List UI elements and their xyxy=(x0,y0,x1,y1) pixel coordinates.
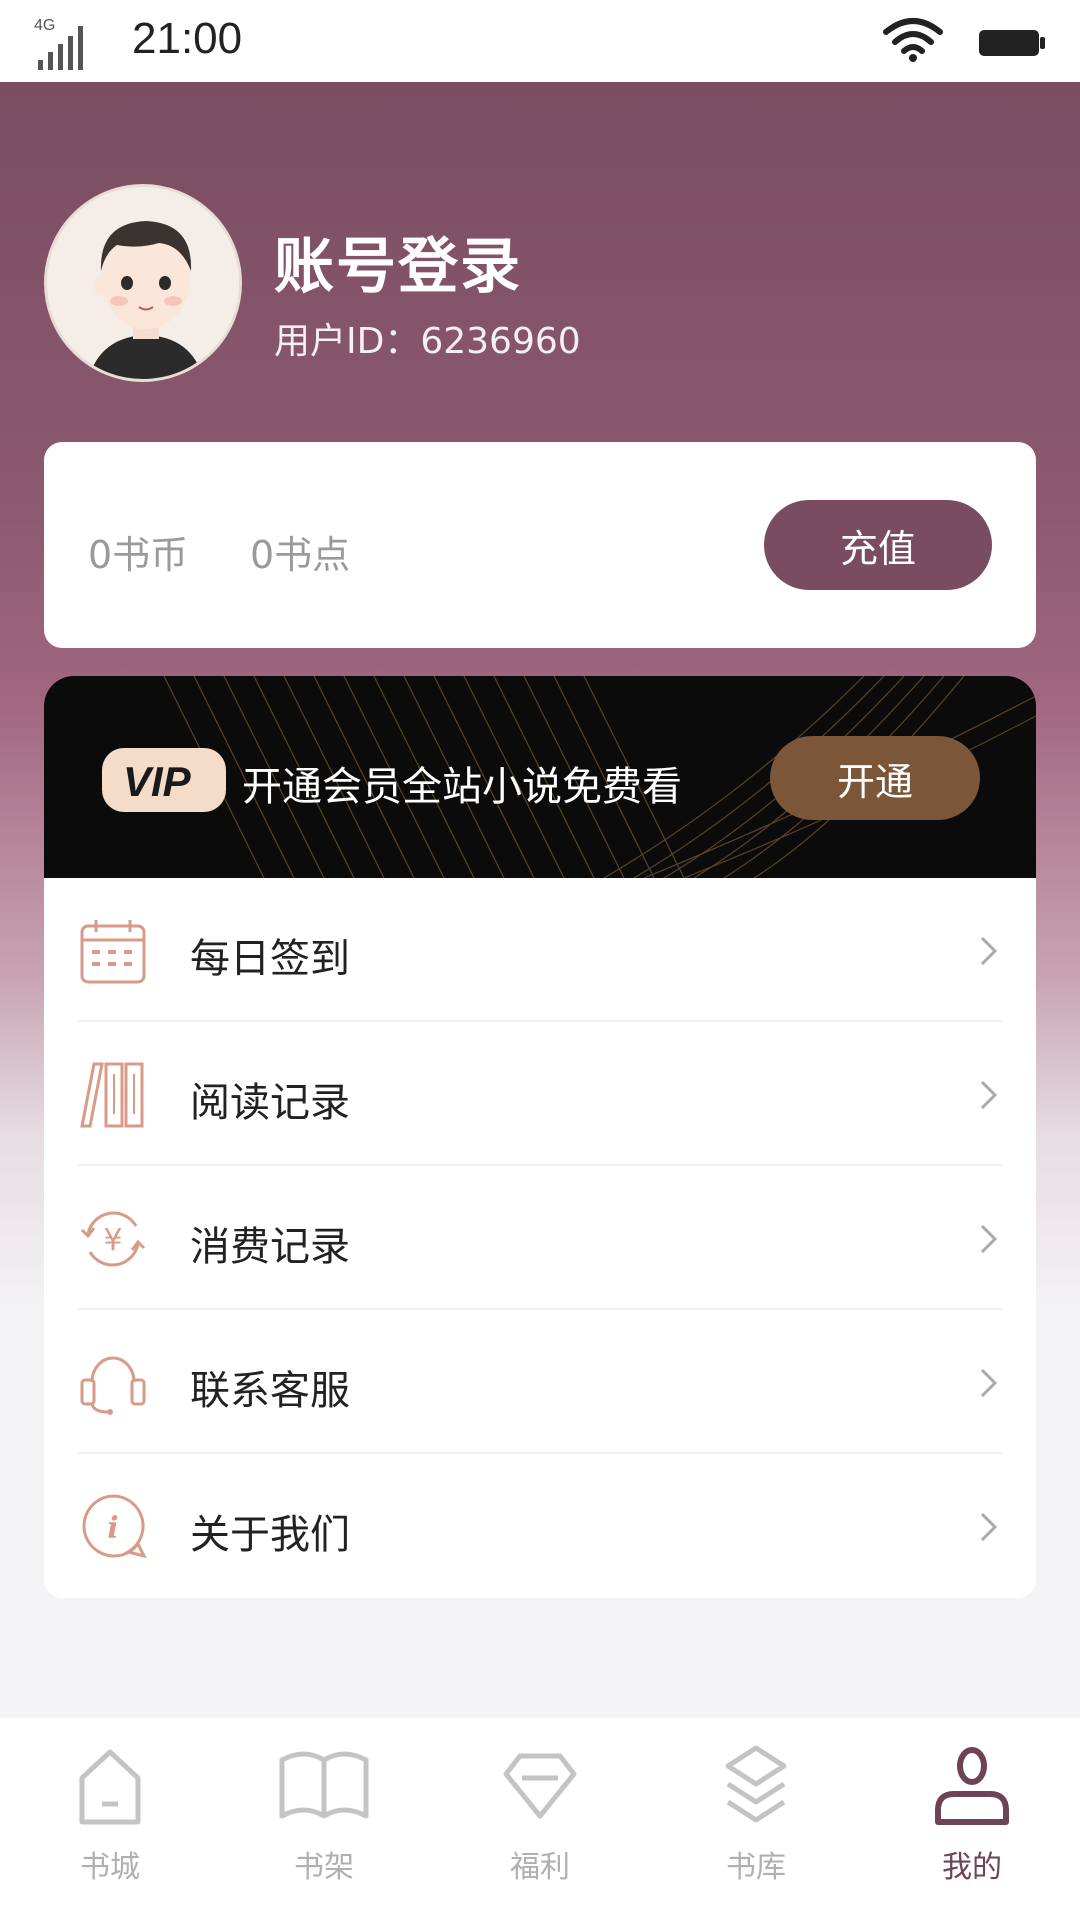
tab-welfare[interactable]: 福利 xyxy=(470,1738,610,1908)
layers-icon xyxy=(725,1745,787,1823)
book-coins-balance: 0书币 xyxy=(88,533,189,577)
bottom-tab-bar: 书城 书架 福利 书库 我的 xyxy=(0,1718,1080,1920)
vip-badge: VIP xyxy=(102,748,226,812)
menu-item-reading-history[interactable]: 阅读记录 xyxy=(44,1022,1036,1166)
avatar-illustration xyxy=(47,187,239,379)
network-type: 4G xyxy=(34,17,55,34)
yuan-exchange-icon: ¥ xyxy=(80,1211,146,1267)
cellular-signal-icon: 4G xyxy=(34,17,83,70)
balance-card: 0书币 0书点 充值 xyxy=(44,442,1036,648)
menu-item-customer-service[interactable]: 联系客服 xyxy=(44,1310,1036,1454)
tab-label: 我的 xyxy=(942,1850,1002,1885)
tab-bookstore[interactable]: 书城 xyxy=(40,1738,180,1908)
info-icon: i xyxy=(82,1494,147,1559)
menu-item-label: 联系客服 xyxy=(190,1368,350,1414)
menu-item-spending-history[interactable]: ¥ 消费记录 xyxy=(44,1166,1036,1310)
vip-logo-icon: VIP xyxy=(123,758,192,804)
tab-label: 书库 xyxy=(726,1850,786,1885)
chevron-right-icon xyxy=(980,1368,998,1398)
vip-promo-text: 开通会员全站小说免费看 xyxy=(242,764,682,810)
menu-item-label: 关于我们 xyxy=(190,1512,350,1558)
tab-label: 福利 xyxy=(510,1850,570,1885)
menu-item-about-us[interactable]: i 关于我们 xyxy=(44,1454,1036,1598)
avatar[interactable] xyxy=(44,184,242,382)
wifi-icon xyxy=(883,18,943,62)
tab-mine[interactable]: 我的 xyxy=(902,1738,1042,1908)
recharge-button[interactable]: 充值 xyxy=(764,500,992,590)
vip-open-button[interactable]: 开通 xyxy=(770,736,980,820)
menu-item-label: 消费记录 xyxy=(190,1224,350,1270)
menu-list: 每日签到 阅读记录 ¥ 消费记录 联系客服 i 关于我们 xyxy=(44,878,1036,1598)
diamond-icon xyxy=(503,1753,577,1819)
user-icon xyxy=(935,1747,1009,1825)
chevron-right-icon xyxy=(980,1224,998,1254)
books-icon xyxy=(80,1062,144,1128)
vip-badge-text: VIP xyxy=(123,758,192,804)
chevron-right-icon xyxy=(980,936,998,966)
book-points-balance: 0书点 xyxy=(250,533,351,577)
svg-text:¥: ¥ xyxy=(103,1223,122,1258)
home-icon xyxy=(79,1749,141,1825)
tab-label: 书架 xyxy=(294,1850,354,1885)
vip-banner[interactable]: VIP 开通会员全站小说免费看 开通 xyxy=(44,676,1036,878)
clock: 21:00 xyxy=(132,14,243,63)
tab-library[interactable]: 书库 xyxy=(686,1738,826,1908)
calendar-icon xyxy=(80,920,146,984)
book-open-icon xyxy=(279,1751,369,1819)
menu-item-label: 阅读记录 xyxy=(190,1080,350,1126)
menu-item-daily-checkin[interactable]: 每日签到 xyxy=(44,878,1036,1022)
tab-label: 书城 xyxy=(80,1850,140,1885)
svg-text:i: i xyxy=(107,1511,118,1546)
tab-bookshelf[interactable]: 书架 xyxy=(254,1738,394,1908)
menu-item-label: 每日签到 xyxy=(190,936,350,982)
login-title[interactable]: 账号登录 xyxy=(274,218,522,305)
chevron-right-icon xyxy=(980,1080,998,1110)
status-bar: 4G 21:00 xyxy=(0,0,1080,82)
battery-icon xyxy=(979,30,1045,56)
headset-icon xyxy=(80,1356,146,1415)
chevron-right-icon xyxy=(980,1512,998,1542)
user-id: 用户ID：6236960 xyxy=(274,321,581,362)
